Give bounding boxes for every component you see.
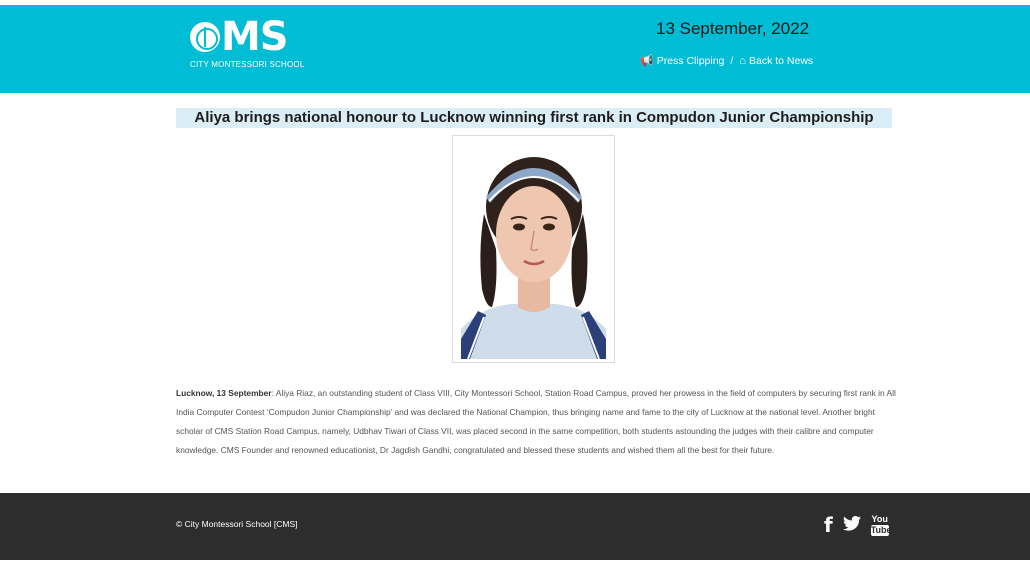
student-photo bbox=[452, 135, 615, 363]
back-to-news-link[interactable]: ⌂ Back to News bbox=[739, 55, 813, 67]
header-nav: 📢 Press Clipping / ⌂ Back to News bbox=[640, 55, 813, 67]
nav-separator: / bbox=[730, 55, 734, 67]
article-dateline: Lucknow, 13 September bbox=[176, 388, 272, 398]
article-title-bar: Aliya brings national honour to Lucknow … bbox=[176, 108, 892, 128]
article-title: Aliya brings national honour to Lucknow … bbox=[194, 109, 874, 126]
social-links: f You Tube bbox=[824, 513, 892, 537]
megaphone-icon: 📢 bbox=[640, 54, 654, 67]
article-body: Lucknow, 13 September: Aliya Riaz, an ou… bbox=[176, 384, 896, 460]
twitter-icon[interactable] bbox=[842, 515, 861, 536]
article-text: : Aliya Riaz, an outstanding student of … bbox=[176, 388, 896, 455]
home-icon: ⌂ bbox=[739, 54, 746, 67]
press-clipping-link[interactable]: 📢 Press Clipping bbox=[640, 55, 724, 67]
student-portrait-image bbox=[456, 139, 611, 359]
site-header: MS CITY MONTESSORI SCHOOL 13 September, … bbox=[0, 5, 1030, 93]
facebook-icon[interactable]: f bbox=[824, 513, 833, 537]
news-date: 13 September, 2022 bbox=[656, 19, 810, 38]
site-footer: © City Montessori School [CMS] f You Tub… bbox=[0, 493, 1030, 560]
back-to-news-label: Back to News bbox=[748, 55, 814, 67]
logo-subtext: CITY MONTESSORI SCHOOL bbox=[190, 60, 305, 69]
youtube-icon[interactable]: You Tube bbox=[870, 514, 892, 536]
press-clipping-label: Press Clipping bbox=[656, 55, 725, 67]
copyright-text: © City Montessori School [CMS] bbox=[176, 519, 298, 529]
